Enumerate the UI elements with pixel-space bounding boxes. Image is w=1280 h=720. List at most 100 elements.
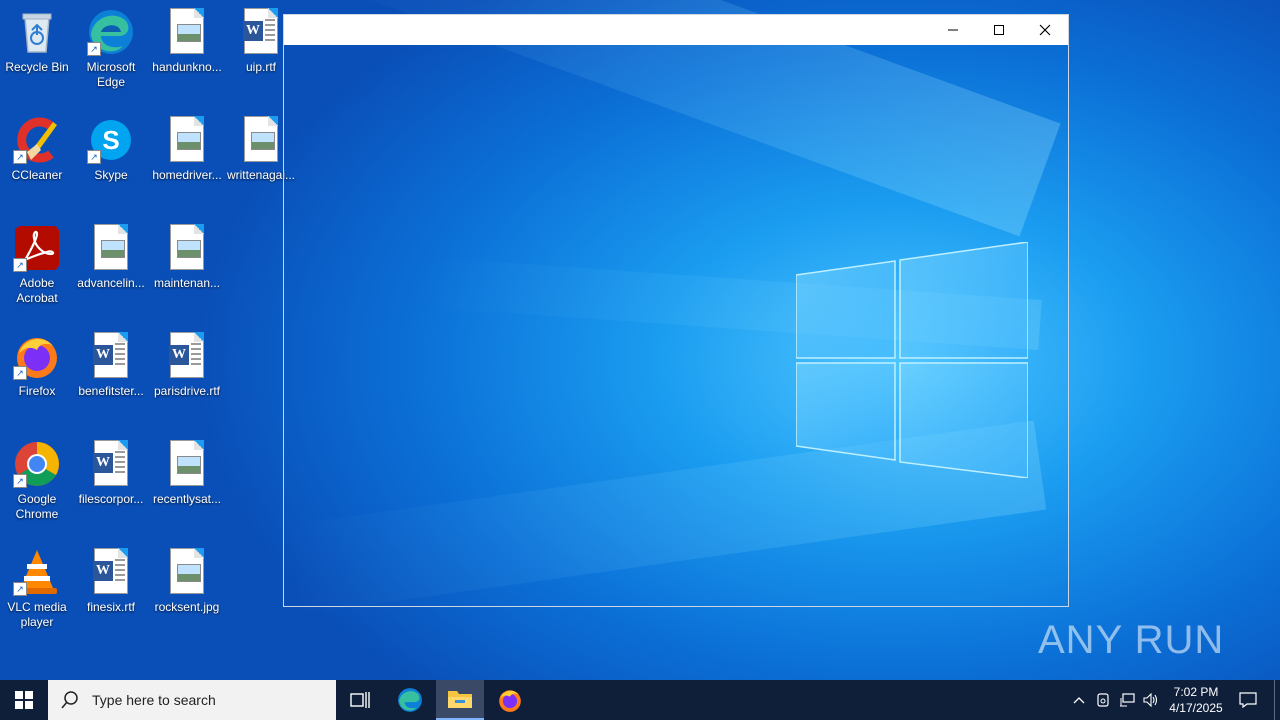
shortcut-arrow-icon: ↗ [13, 150, 27, 164]
device-icon [1097, 693, 1109, 707]
close-icon [1039, 24, 1051, 36]
desktop-icon-image-file[interactable]: maintenan... [150, 224, 224, 324]
desktop-icon-image-file[interactable]: advancelin... [74, 224, 148, 324]
minimize-icon [948, 29, 958, 31]
shortcut-arrow-icon: ↗ [13, 366, 27, 380]
action-center-button[interactable] [1230, 680, 1266, 720]
icon-label: filescorpor... [78, 492, 144, 506]
icon-label: benefitster... [78, 384, 144, 398]
edge-icon [398, 688, 422, 712]
taskbar-file-explorer-button[interactable] [436, 680, 484, 720]
notification-icon [1239, 692, 1257, 708]
icon-label: handunkno... [152, 60, 222, 74]
image-file-icon [163, 548, 211, 596]
chevron-up-icon [1073, 697, 1085, 704]
firefox-icon: ↗ [13, 332, 61, 380]
image-file-icon [87, 224, 135, 272]
word-document-icon: W [237, 8, 285, 56]
folder-icon [448, 691, 472, 708]
desktop-icon-word-document[interactable]: W benefitster... [74, 332, 148, 432]
clock[interactable]: 7:02 PM 4/17/2025 [1164, 680, 1228, 720]
icon-label: Skype [94, 168, 128, 182]
ccleaner-icon: ↗ [13, 116, 61, 164]
desktop-icon-word-document[interactable]: W finesix.rtf [74, 548, 148, 648]
icon-label: VLC media player [7, 600, 67, 629]
desktop-icon-adobe-acrobat[interactable]: ↗ Adobe Acrobat [0, 224, 74, 324]
word-document-icon: W [87, 332, 135, 380]
desktop-icon-word-document[interactable]: W filescorpor... [74, 440, 148, 540]
icon-label: parisdrive.rtf [153, 384, 221, 398]
taskbar-edge-button[interactable] [386, 680, 434, 720]
word-document-icon: W [163, 332, 211, 380]
maximize-button[interactable] [976, 15, 1022, 45]
desktop-icon-image-file[interactable]: homedriver... [150, 116, 224, 216]
desktop-icon-image-file[interactable]: handunkno... [150, 8, 224, 108]
watermark-text: ANY RUN [1038, 617, 1225, 662]
icon-label: maintenan... [153, 276, 221, 290]
acrobat-icon: ↗ [13, 224, 61, 272]
desktop-icon-google-chrome[interactable]: ↗ Google Chrome [0, 440, 74, 540]
clock-time: 7:02 PM [1173, 685, 1219, 699]
word-document-icon: W [87, 548, 135, 596]
shortcut-arrow-icon: ↗ [13, 474, 27, 488]
desktop-icon-word-document[interactable]: W parisdrive.rtf [150, 332, 224, 432]
maximize-icon [994, 25, 1004, 35]
desktop-icon-ccleaner[interactable]: ↗ CCleaner [0, 116, 74, 216]
shortcut-arrow-icon: ↗ [13, 258, 27, 272]
start-button[interactable] [0, 680, 48, 720]
taskbar-search-box[interactable]: Type here to search [48, 680, 336, 720]
shortcut-arrow-icon: ↗ [87, 150, 101, 164]
search-placeholder: Type here to search [92, 692, 216, 708]
shortcut-arrow-icon: ↗ [13, 582, 27, 596]
desktop-icon-vlc[interactable]: ↗ VLC media player [0, 548, 74, 648]
icon-label: Firefox [18, 384, 56, 398]
edge-icon: ↗ [87, 8, 135, 56]
image-file-icon [163, 440, 211, 488]
desktop-icon-recycle-bin[interactable]: Recycle Bin [0, 8, 74, 108]
vlc-icon: ↗ [13, 548, 61, 596]
minimize-button[interactable] [930, 15, 976, 45]
firefox-icon [499, 690, 521, 712]
taskbar-firefox-button[interactable] [486, 680, 534, 720]
show-hidden-icons-button[interactable] [1068, 680, 1090, 720]
desktop-icon-microsoft-edge[interactable]: ↗ Microsoft Edge [74, 8, 148, 108]
icon-label: recentlysat... [152, 492, 222, 506]
icon-label: advancelin... [77, 276, 145, 290]
svg-text:S: S [102, 125, 119, 155]
icon-label: CCleaner [11, 168, 63, 182]
word-document-icon: W [87, 440, 135, 488]
tray-device-button[interactable] [1092, 680, 1114, 720]
image-file-icon [163, 8, 211, 56]
image-file-icon [237, 116, 285, 164]
icon-label: Adobe Acrobat [16, 276, 58, 305]
taskbar: Type here to search 7:02 PM 4/17/2025 [0, 680, 1280, 720]
chrome-icon: ↗ [13, 440, 61, 488]
icon-label: Microsoft Edge [86, 60, 136, 89]
anyrun-watermark: ANY RUN [1038, 608, 1224, 672]
volume-icon [1143, 693, 1158, 707]
icon-label: finesix.rtf [86, 600, 135, 614]
desktop-icon-skype[interactable]: S ↗ Skype [74, 116, 148, 216]
desktop: Recycle Bin ↗ CCleaner ↗ Adobe Acrobat ↗… [0, 0, 1280, 680]
desktop-icon-image-file[interactable]: recentlysat... [150, 440, 224, 540]
empty-window[interactable] [283, 14, 1069, 607]
close-button[interactable] [1022, 15, 1068, 45]
clock-date: 4/17/2025 [1169, 701, 1223, 715]
shortcut-arrow-icon: ↗ [87, 42, 101, 56]
volume-button[interactable] [1140, 680, 1162, 720]
desktop-icon-image-file[interactable]: rocksent.jpg [150, 548, 224, 648]
desktop-icon-firefox[interactable]: ↗ Firefox [0, 332, 74, 432]
image-file-icon [163, 116, 211, 164]
icon-label: Recycle Bin [5, 60, 69, 74]
task-view-button[interactable] [336, 680, 384, 720]
windows-start-icon [15, 691, 33, 709]
icon-label: homedriver... [152, 168, 222, 182]
recycle-bin-icon [13, 8, 61, 56]
task-view-icon [350, 692, 370, 708]
icon-label: Google Chrome [15, 492, 59, 521]
show-desktop-button[interactable] [1274, 680, 1280, 720]
image-file-icon [163, 224, 211, 272]
window-titlebar[interactable] [284, 15, 1068, 45]
skype-icon: S ↗ [87, 116, 135, 164]
network-button[interactable] [1116, 680, 1138, 720]
